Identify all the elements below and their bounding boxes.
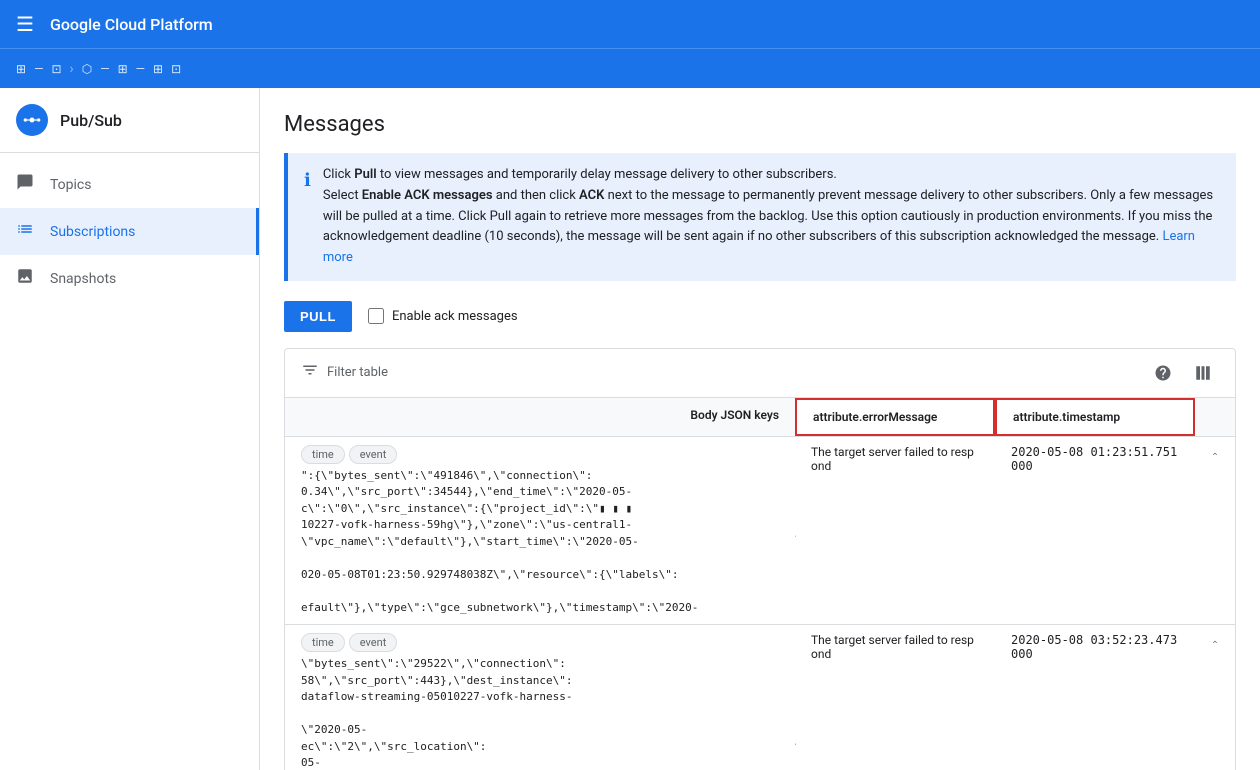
subscriptions-label: Subscriptions — [50, 224, 135, 240]
ack-checkbox-label[interactable]: Enable ack messages — [368, 308, 518, 324]
service-name: Pub/Sub — [60, 111, 122, 130]
icon-bar-dash1: — — [34, 62, 43, 76]
icon-bar-grid[interactable]: ⊞ — [16, 62, 26, 76]
icon-bar-chevron: › — [70, 61, 74, 77]
td-timestamp-1: 2020-05-08 01:23:51.751000 — [995, 437, 1195, 625]
tag-event-2: event — [349, 633, 398, 652]
table-body: time event ":{\"bytes_sent\":\"491846\",… — [285, 437, 1235, 770]
table-header: Body JSON keys attribute.errorMessage at… — [285, 398, 1235, 437]
td-error-2: The target server failed to respond — [795, 625, 995, 770]
pull-button[interactable]: PULL — [284, 301, 352, 332]
pull-bold: Pull — [354, 167, 376, 182]
icon-bar-grid3[interactable]: ⊞ — [153, 62, 163, 76]
td-tags-1: time event — [301, 445, 779, 464]
arrow-1 — [795, 447, 805, 547]
table-row: time event \"bytes_sent\":\"29522\",\"co… — [285, 625, 1235, 770]
expand-1[interactable] — [1195, 437, 1235, 625]
ack-label-text: Enable ack messages — [392, 309, 518, 324]
enable-ack-bold: Enable ACK messages — [362, 188, 493, 203]
top-bar: ☰ Google Cloud Platform — [0, 0, 1260, 48]
info-banner: ℹ Click Pull to view messages and tempor… — [284, 153, 1236, 281]
tag-time-1: time — [301, 445, 345, 464]
icon-bar-hex[interactable]: ⬡ — [82, 62, 92, 76]
sidebar-item-snapshots[interactable]: Snapshots — [0, 255, 259, 302]
icon-bar-dash2: — — [100, 62, 109, 76]
menu-icon[interactable]: ☰ — [16, 12, 34, 36]
info-icon: ℹ — [304, 167, 311, 269]
snapshots-icon — [16, 267, 34, 290]
snapshots-label: Snapshots — [50, 271, 116, 287]
th-error: attribute.errorMessage — [795, 398, 995, 436]
table-toolbar-actions — [1147, 357, 1219, 389]
topics-icon — [16, 173, 34, 196]
help-button[interactable] — [1147, 357, 1179, 389]
filter-placeholder[interactable]: Filter table — [327, 365, 388, 380]
messages-table: Filter table Body JSON keys attrib — [284, 348, 1236, 770]
sidebar-header: Pub/Sub — [0, 88, 259, 153]
columns-button[interactable] — [1187, 357, 1219, 389]
page-title: Messages — [284, 112, 1236, 137]
td-body-text-2: \"bytes_sent\":\"29522\",\"connection\":… — [301, 656, 779, 770]
topics-label: Topics — [50, 177, 91, 193]
filter-icon — [301, 361, 319, 384]
td-tags-2: time event — [301, 633, 779, 652]
learn-more-link[interactable]: Learn more — [323, 229, 1195, 265]
expand-2[interactable] — [1195, 625, 1235, 770]
filter-area: Filter table — [301, 361, 388, 384]
table-row: time event ":{\"bytes_sent\":\"491846\",… — [285, 437, 1235, 626]
td-error-1: The target server failed to respond — [795, 437, 995, 625]
icon-bar-square[interactable]: ⊡ — [51, 62, 61, 76]
th-timestamp: attribute.timestamp — [995, 398, 1195, 436]
pubsub-logo — [16, 104, 48, 136]
icon-bar-grid2[interactable]: ⊞ — [118, 62, 128, 76]
ack-bold: ACK — [579, 188, 604, 203]
subscriptions-icon — [16, 220, 34, 243]
th-body: Body JSON keys — [285, 398, 795, 436]
td-body-text-1: ":{\"bytes_sent\":\"491846\",\"connectio… — [301, 468, 779, 617]
td-body-1: time event ":{\"bytes_sent\":\"491846\",… — [285, 437, 795, 625]
sidebar-item-subscriptions[interactable]: Subscriptions — [0, 208, 259, 255]
layout: Pub/Sub Topics Subscriptions Snapshots — [0, 88, 1260, 770]
table-toolbar: Filter table — [285, 349, 1235, 398]
info-text: Click Pull to view messages and temporar… — [323, 165, 1220, 269]
td-timestamp-2: 2020-05-08 03:52:23.473000 — [995, 625, 1195, 770]
tag-event-1: event — [349, 445, 398, 464]
sidebar-item-topics[interactable]: Topics — [0, 161, 259, 208]
td-body-2: time event \"bytes_sent\":\"29522\",\"co… — [285, 625, 795, 770]
sidebar: Pub/Sub Topics Subscriptions Snapshots — [0, 88, 260, 770]
icon-bar: ⊞ — ⊡ › ⬡ — ⊞ — ⊞ ⊡ — [0, 48, 1260, 88]
controls: PULL Enable ack messages — [284, 301, 1236, 332]
icon-bar-square2[interactable]: ⊡ — [171, 62, 181, 76]
icon-bar-dash3: — — [136, 62, 145, 76]
arrow-2 — [795, 635, 805, 755]
sidebar-nav: Topics Subscriptions Snapshots — [0, 153, 259, 310]
th-expand — [1195, 398, 1235, 436]
ack-checkbox[interactable] — [368, 308, 384, 324]
app-title: Google Cloud Platform — [50, 15, 213, 34]
main-content: Messages ℹ Click Pull to view messages a… — [260, 88, 1260, 770]
tag-time-2: time — [301, 633, 345, 652]
